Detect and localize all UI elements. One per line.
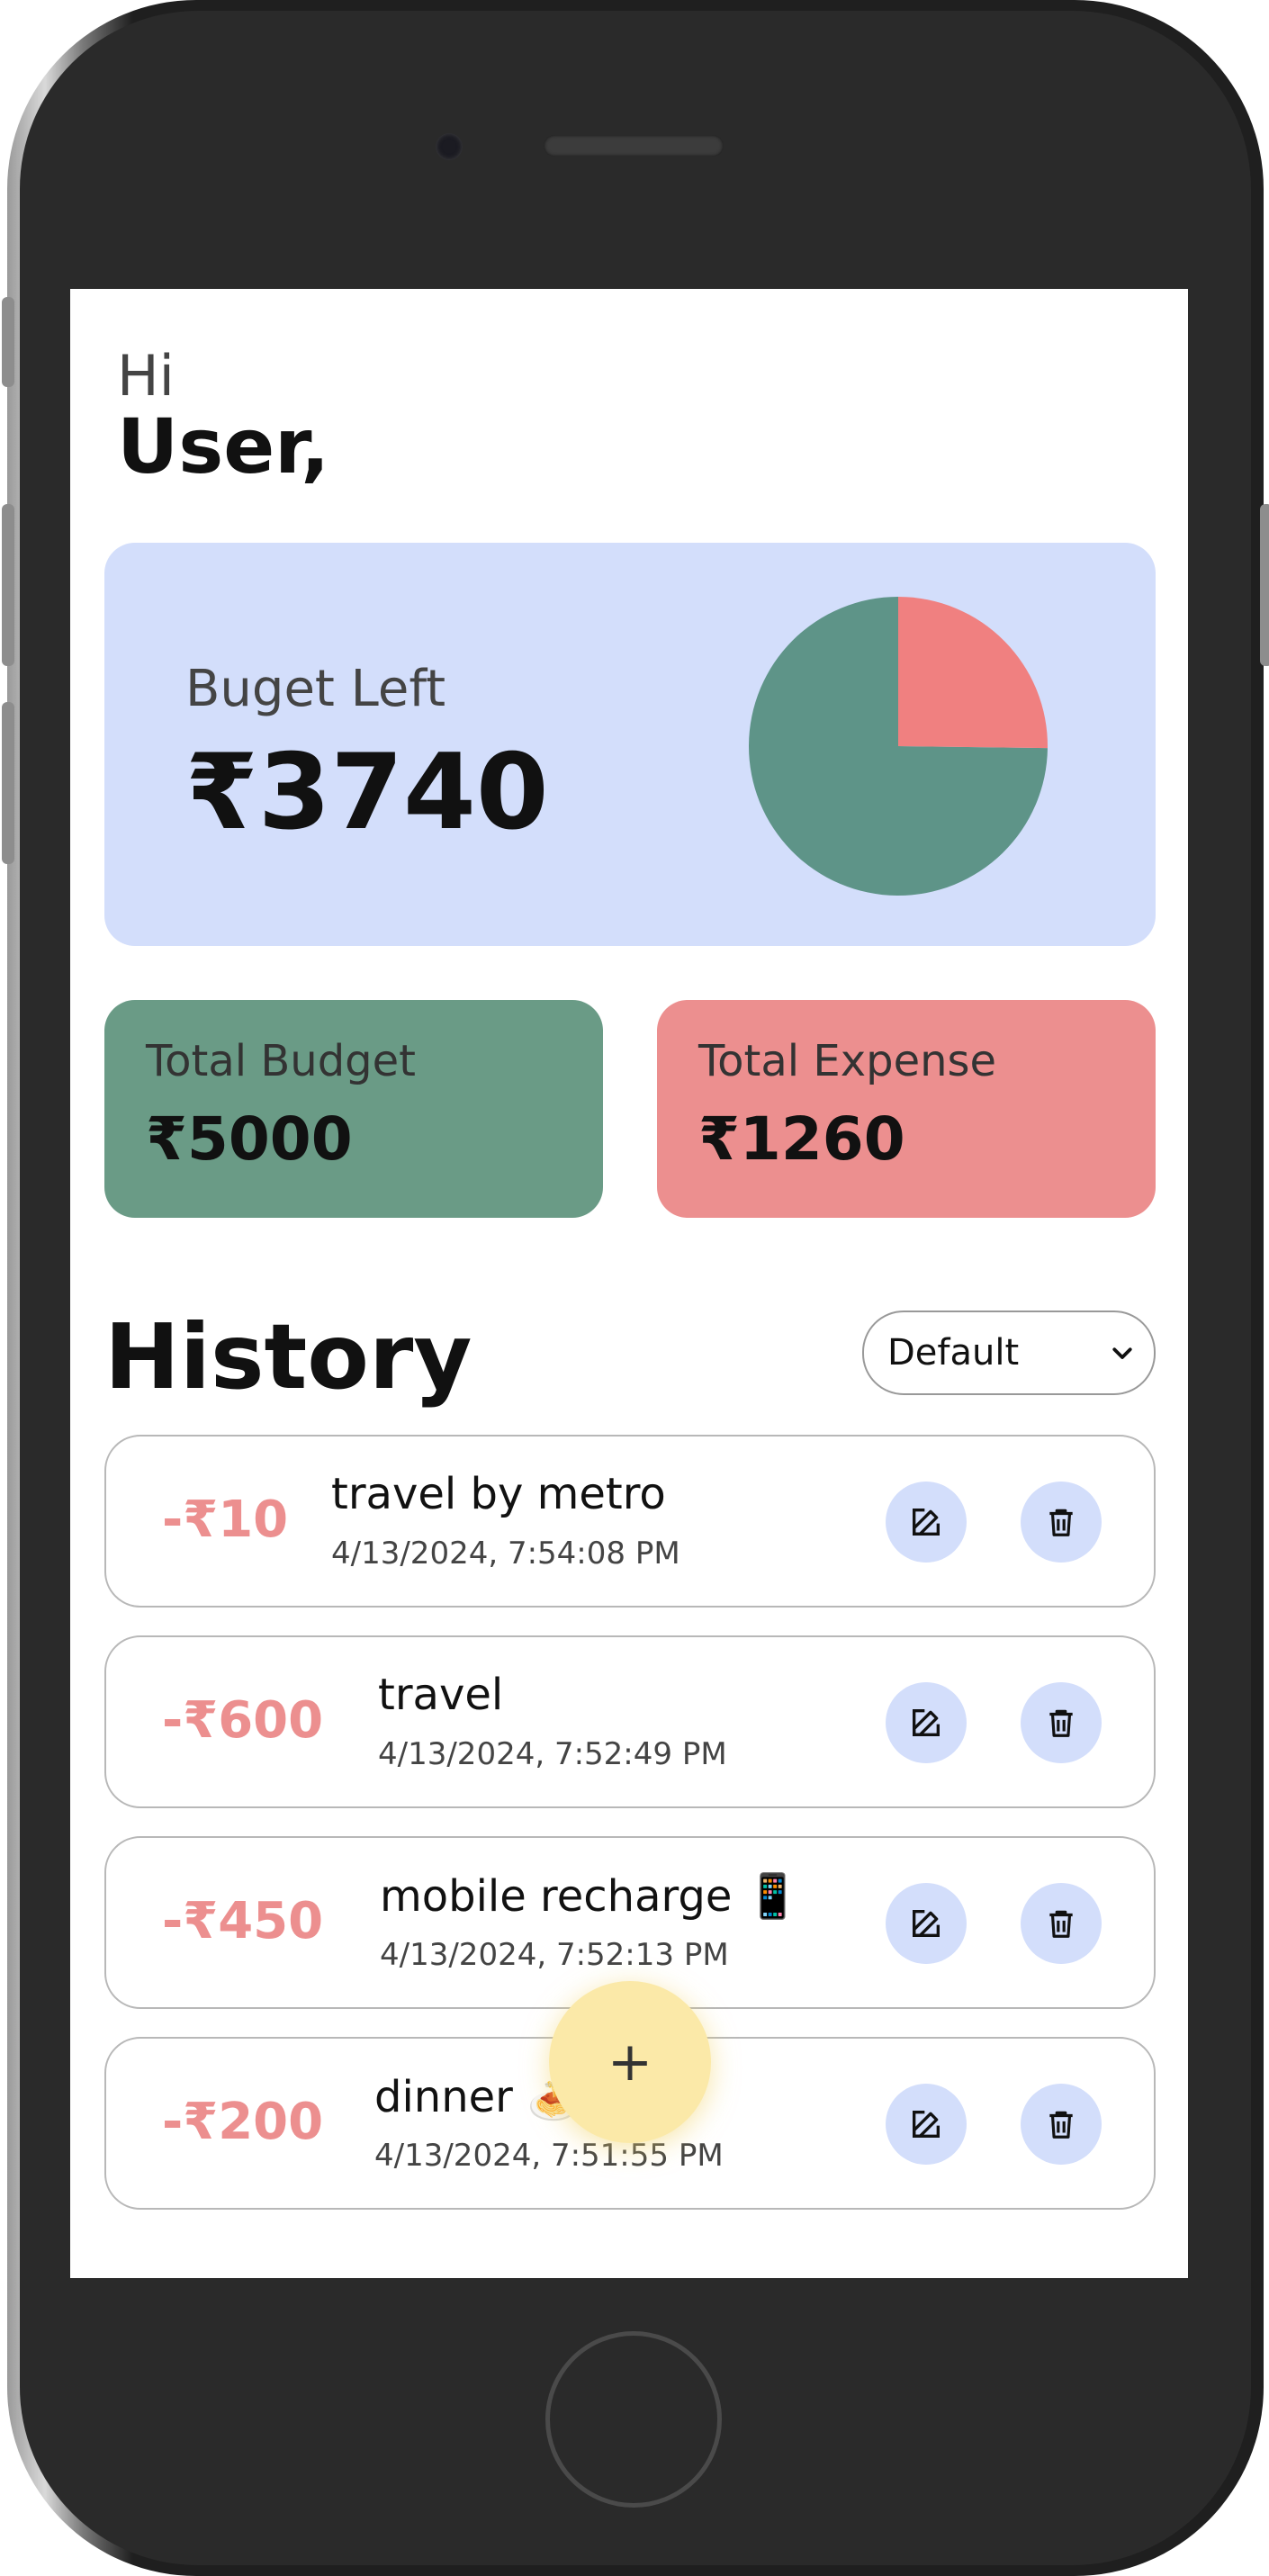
edit-button[interactable]: [886, 1482, 967, 1563]
delete-button[interactable]: [1021, 1682, 1102, 1763]
history-item-title: dinner 🍝: [374, 2072, 580, 2122]
trash-icon: [1049, 1910, 1073, 1938]
budget-pie-chart: [749, 597, 1048, 896]
volume-up-button: [2, 504, 14, 666]
history-item-title: mobile recharge 📱: [380, 1871, 800, 1922]
budget-left-value: ₹3740: [185, 732, 549, 853]
total-budget-value: ₹5000: [146, 1104, 353, 1174]
power-button: [1260, 504, 1269, 666]
mute-switch: [2, 297, 14, 387]
history-item-date: 4/13/2024, 7:51:55 PM: [374, 2138, 724, 2174]
home-button[interactable]: [545, 2331, 722, 2508]
trash-icon: [1049, 2111, 1073, 2139]
history-title: History: [104, 1304, 472, 1410]
total-expense-value: ₹1260: [698, 1104, 905, 1174]
trash-icon: [1049, 1709, 1073, 1737]
total-budget-label: Total Budget: [146, 1036, 416, 1086]
history-item-date: 4/13/2024, 7:52:49 PM: [378, 1736, 727, 1772]
history-item: -₹10 travel by metro 4/13/2024, 7:54:08 …: [104, 1435, 1156, 1608]
edit-icon: [913, 1910, 940, 1937]
total-expense-label: Total Expense: [698, 1036, 997, 1086]
history-item-date: 4/13/2024, 7:52:13 PM: [380, 1937, 729, 1973]
edit-button[interactable]: [886, 1682, 967, 1763]
total-expense-card: Total Expense ₹1260: [657, 1000, 1156, 1218]
plus-icon: +: [607, 2031, 653, 2094]
budget-left-card: Buget Left ₹3740: [104, 543, 1156, 946]
edit-icon: [913, 1509, 940, 1536]
pie-slice-spent: [898, 597, 1048, 749]
history-item: -₹600 travel 4/13/2024, 7:52:49 PM: [104, 1635, 1156, 1808]
edit-icon: [913, 2111, 940, 2138]
front-camera: [436, 133, 463, 160]
sort-select-value: Default: [887, 1332, 1020, 1374]
greeting-user: User,: [117, 402, 330, 491]
history-item-title: travel: [378, 1670, 504, 1720]
edit-button[interactable]: [886, 1883, 967, 1964]
volume-down-button: [2, 702, 14, 864]
history-item-amount: -₹10: [162, 1491, 289, 1549]
total-budget-card: Total Budget ₹5000: [104, 1000, 603, 1218]
history-item-amount: -₹450: [162, 1892, 324, 1950]
earpiece-speaker: [544, 135, 724, 157]
delete-button[interactable]: [1021, 2084, 1102, 2165]
delete-button[interactable]: [1021, 1883, 1102, 1964]
app-screen: Hi User, Buget Left ₹3740 Total Budget ₹…: [70, 289, 1188, 2278]
greeting-hi: Hi: [117, 343, 175, 409]
history-item-amount: -₹200: [162, 2093, 324, 2151]
budget-left-label: Buget Left: [185, 660, 446, 718]
edit-icon: [913, 1709, 940, 1736]
sort-select[interactable]: Default: [862, 1311, 1156, 1395]
delete-button[interactable]: [1021, 1482, 1102, 1563]
add-expense-button[interactable]: +: [549, 1981, 711, 2143]
history-item-title: travel by metro: [331, 1469, 666, 1519]
chevron-down-icon: [1112, 1347, 1132, 1359]
history-item-amount: -₹600: [162, 1691, 324, 1750]
edit-button[interactable]: [886, 2084, 967, 2165]
history-item-date: 4/13/2024, 7:54:08 PM: [331, 1536, 680, 1572]
trash-icon: [1049, 1509, 1073, 1536]
